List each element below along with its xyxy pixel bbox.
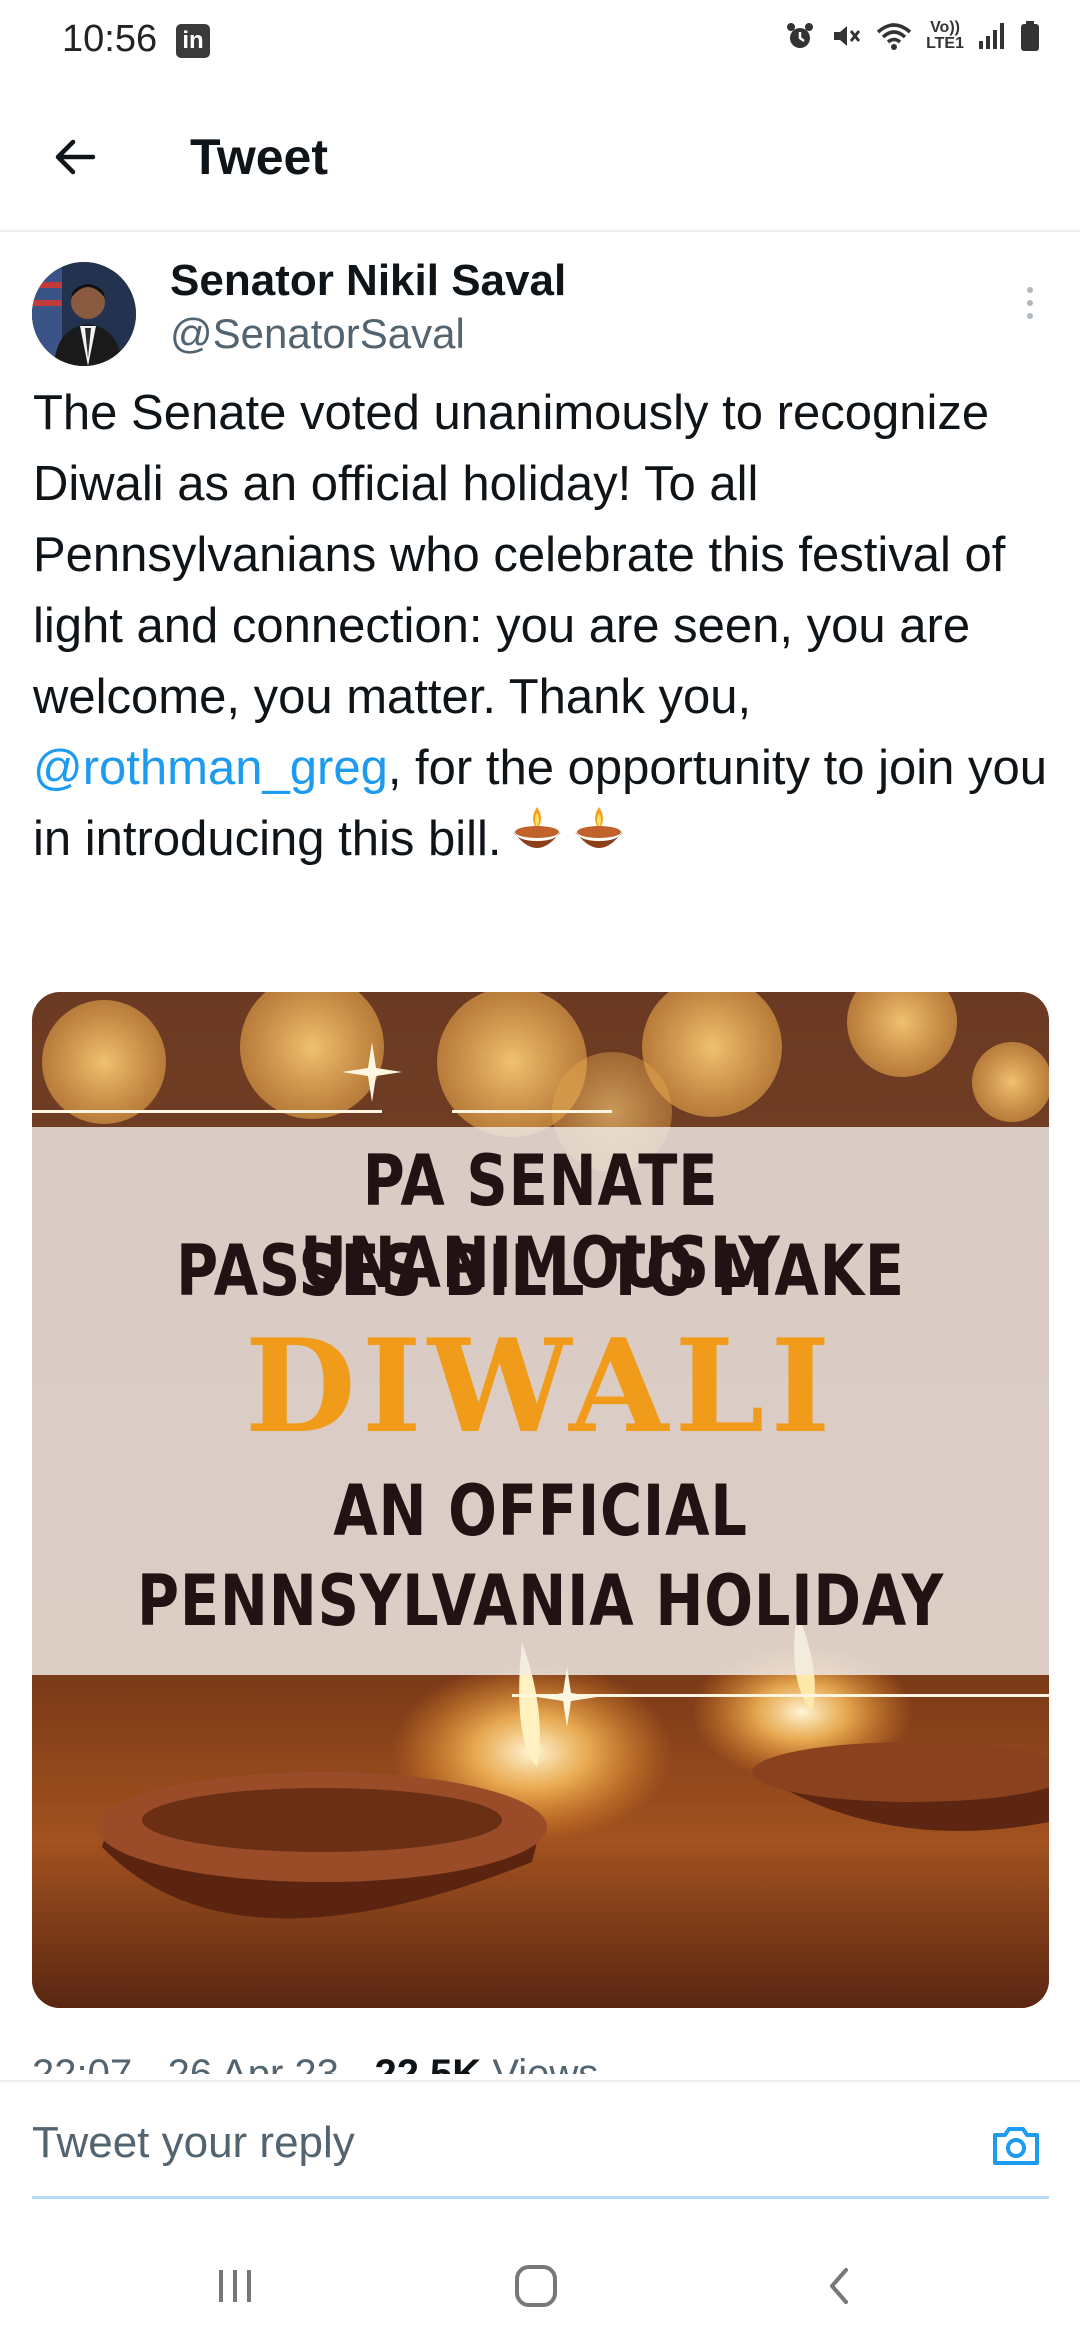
volte-bottom-label: LTE1 bbox=[926, 35, 964, 52]
media-divider-line bbox=[32, 1110, 382, 1113]
linkedin-icon: in bbox=[176, 24, 210, 58]
sparkle-icon bbox=[342, 1042, 402, 1102]
back-icon bbox=[830, 2268, 848, 2304]
more-dot-icon bbox=[1027, 313, 1033, 319]
status-icons: Vo)) LTE1 bbox=[784, 20, 1040, 52]
media-headline-line4: PENNSYLVANIA HOLIDAY bbox=[136, 1560, 944, 1642]
system-nav-bar bbox=[0, 2220, 1080, 2340]
tweet-meta-text: 22:07 · 26 Apr 23 · 22.5K Views bbox=[32, 2052, 598, 2074]
tweet-meta: 22:07 · 26 Apr 23 · 22.5K Views bbox=[32, 2050, 1032, 2074]
views-label: Views bbox=[492, 2052, 599, 2074]
avatar-image bbox=[32, 262, 136, 366]
volte-icon: Vo)) LTE1 bbox=[926, 20, 964, 52]
views-count: 22.5K bbox=[374, 2052, 482, 2074]
mention-link[interactable]: @rothman_greg bbox=[33, 741, 388, 795]
signal-icon bbox=[979, 23, 1004, 49]
status-time: 10:56 bbox=[62, 18, 158, 60]
nav-back-button[interactable] bbox=[810, 2256, 870, 2316]
author-handle[interactable]: @SenatorSaval bbox=[170, 310, 465, 358]
tweet-time: 22:07 bbox=[32, 2052, 133, 2074]
author-name[interactable]: Senator Nikil Saval bbox=[170, 256, 566, 306]
reply-input[interactable]: Tweet your reply bbox=[32, 2118, 355, 2168]
tweet-media-image[interactable]: PA SENATE UNANIMOUSLY PASSES BILL TO MAK… bbox=[32, 992, 1049, 2008]
back-arrow-icon bbox=[55, 139, 96, 175]
app-header: Tweet bbox=[0, 80, 1080, 232]
wifi-icon bbox=[876, 23, 912, 50]
more-options-button[interactable] bbox=[1010, 278, 1050, 328]
back-button[interactable] bbox=[40, 122, 110, 192]
tweet-text: The Senate voted unanimously to recogniz… bbox=[33, 378, 1053, 875]
media-headline-line2: PASSES BILL TO MAKE bbox=[176, 1230, 905, 1312]
mute-icon bbox=[834, 26, 861, 46]
battery-icon bbox=[1021, 21, 1039, 51]
reply-input-underline bbox=[32, 2196, 1049, 2199]
media-diwali-title: DIWALI bbox=[244, 1312, 837, 1462]
sparkle-icon bbox=[537, 1667, 597, 1727]
diya-lamp-icon bbox=[513, 807, 562, 848]
more-dot-icon bbox=[1027, 300, 1033, 306]
diya-lamp-icon bbox=[575, 807, 624, 848]
camera-button[interactable] bbox=[990, 2120, 1042, 2172]
page-title: Tweet bbox=[190, 129, 328, 185]
home-icon bbox=[515, 2265, 557, 2307]
camera-icon bbox=[993, 2127, 1039, 2165]
media-divider-line bbox=[452, 1110, 612, 1113]
avatar[interactable] bbox=[32, 262, 136, 366]
recent-apps-icon bbox=[219, 2270, 251, 2302]
media-headline-line3: AN OFFICIAL bbox=[333, 1470, 748, 1552]
volte-top-label: Vo)) bbox=[930, 19, 960, 36]
tweet-text-part: The Senate voted unanimously to recogniz… bbox=[33, 386, 1006, 724]
status-bar: 10:56 in Vo)) LTE1 bbox=[0, 0, 1080, 80]
home-button[interactable] bbox=[506, 2256, 566, 2316]
alarm-icon bbox=[787, 23, 814, 48]
tweet-date: 26 Apr 23 bbox=[167, 2052, 339, 2074]
more-dot-icon bbox=[1027, 287, 1033, 293]
recent-apps-button[interactable] bbox=[205, 2256, 265, 2316]
